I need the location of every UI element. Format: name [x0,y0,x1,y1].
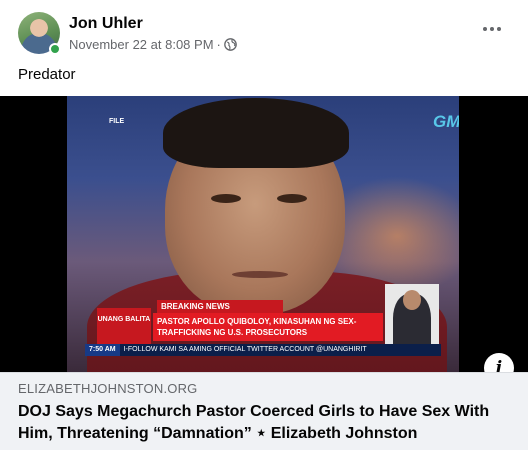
globe-icon[interactable] [224,38,237,51]
online-status-dot [49,43,61,55]
link-title[interactable]: DOJ Says Megachurch Pastor Coerced Girls… [18,401,518,445]
sign-interpreter-box [385,284,439,346]
news-headline: PASTOR APOLLO QUIBOLOY, KINASUHAN NG SEX… [153,313,383,341]
file-tag: FILE [109,118,125,125]
link-domain: ELIZABETHJOHNSTON.ORG [18,381,198,396]
author-name[interactable]: Jon Uhler [69,15,143,33]
more-options-button[interactable] [478,18,506,40]
show-logo: UNANG BALITA [97,308,151,344]
more-horizontal-icon [483,27,487,31]
breaking-news-label: BREAKING NEWS [157,300,283,313]
news-ticker: 7:50 AM I-FOLLOW KAMI SA AMING OFFICIAL … [85,344,441,356]
ticker-text: I-FOLLOW KAMI SA AMING OFFICIAL TWITTER … [123,346,367,353]
post-timestamp[interactable]: November 22 at 8:08 PM [69,37,214,52]
video-frame: FILE GMA BREAKING NEWS UNANG BALITA PAST… [67,96,459,372]
post-meta: November 22 at 8:08 PM · [69,37,237,52]
meta-separator: · [216,37,221,52]
post-header: Jon Uhler November 22 at 8:08 PM · [18,12,510,56]
subject-hair [163,98,349,168]
post-text: Predator [18,66,76,83]
ticker-time: 7:50 AM [85,344,120,356]
network-logo: GMA [433,112,459,131]
link-preview[interactable]: ELIZABETHJOHNSTON.ORG DOJ Says Megachurc… [0,372,528,450]
video-thumbnail[interactable]: FILE GMA BREAKING NEWS UNANG BALITA PAST… [0,96,528,372]
